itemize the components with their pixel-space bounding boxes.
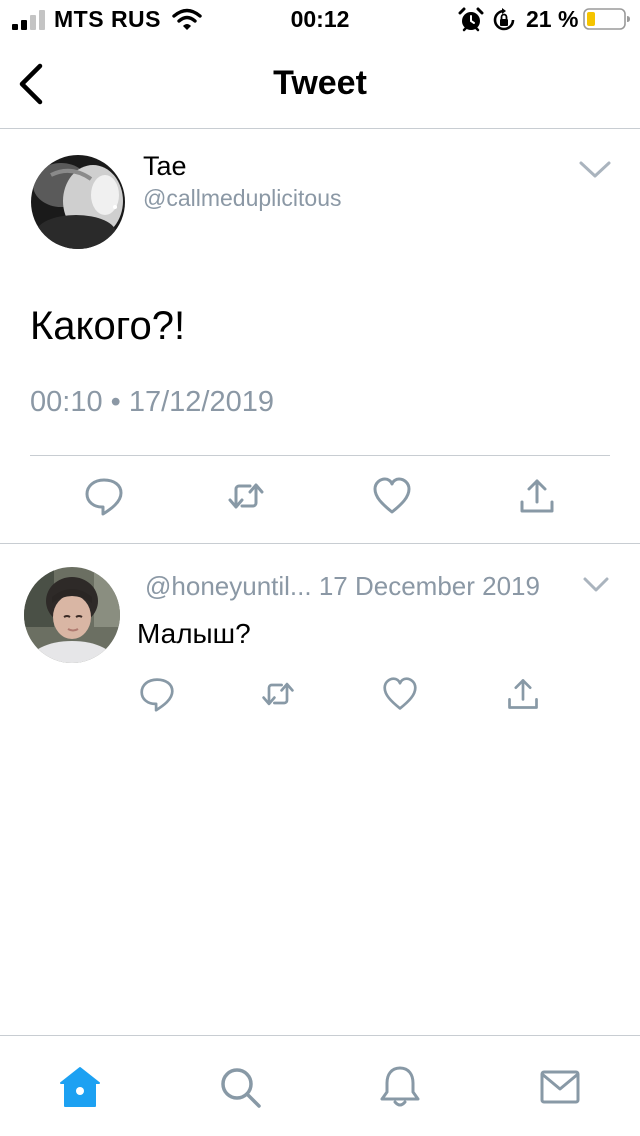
- reply-icon[interactable]: [84, 476, 124, 516]
- messages-icon[interactable]: [537, 1064, 583, 1110]
- navigation-bar: Tweet: [0, 40, 640, 129]
- share-icon[interactable]: [505, 676, 541, 712]
- battery-icon: [583, 8, 630, 30]
- retweet-icon[interactable]: [226, 476, 266, 516]
- reply-icon[interactable]: [139, 676, 175, 712]
- page-title: Tweet: [273, 64, 367, 102]
- status-bar: MTS RUS 00:12 21 %: [0, 0, 640, 40]
- alarm-icon: [458, 7, 484, 32]
- author-avatar[interactable]: [31, 155, 125, 249]
- reply-avatar[interactable]: [24, 567, 120, 663]
- rotation-lock-icon: [493, 8, 515, 31]
- divider: [30, 455, 610, 456]
- like-icon[interactable]: [372, 476, 412, 516]
- tweet-actions: [0, 476, 640, 520]
- reply-actions: [0, 676, 640, 716]
- author-handle[interactable]: @callmeduplicitous: [143, 185, 342, 212]
- share-icon[interactable]: [517, 476, 557, 516]
- home-icon[interactable]: [57, 1064, 103, 1110]
- like-icon[interactable]: [382, 676, 418, 712]
- reply-text: Малыш?: [137, 618, 251, 649]
- reply-meta[interactable]: @honeyuntil... 17 December 2019: [145, 571, 540, 602]
- main-tweet: Tae @callmeduplicitous Какого?! 00:10 • …: [0, 129, 640, 544]
- notifications-icon[interactable]: [377, 1064, 423, 1110]
- tweet-detail-screen: MTS RUS 00:12 21 % Tweet Tae @callmedupl…: [0, 0, 640, 1136]
- reply-tweet[interactable]: @honeyuntil... 17 December 2019 Малыш?: [0, 544, 640, 734]
- tweet-timestamp: 00:10 • 17/12/2019: [30, 386, 274, 418]
- search-icon[interactable]: [217, 1064, 263, 1110]
- battery-percent: 21 %: [526, 6, 579, 32]
- author-name[interactable]: Tae: [143, 151, 187, 182]
- chevron-down-icon[interactable]: [578, 159, 612, 181]
- tab-bar: [0, 1035, 640, 1136]
- retweet-icon[interactable]: [260, 676, 296, 712]
- tweet-text: Какого?!: [30, 304, 186, 348]
- chevron-down-icon[interactable]: [582, 576, 610, 594]
